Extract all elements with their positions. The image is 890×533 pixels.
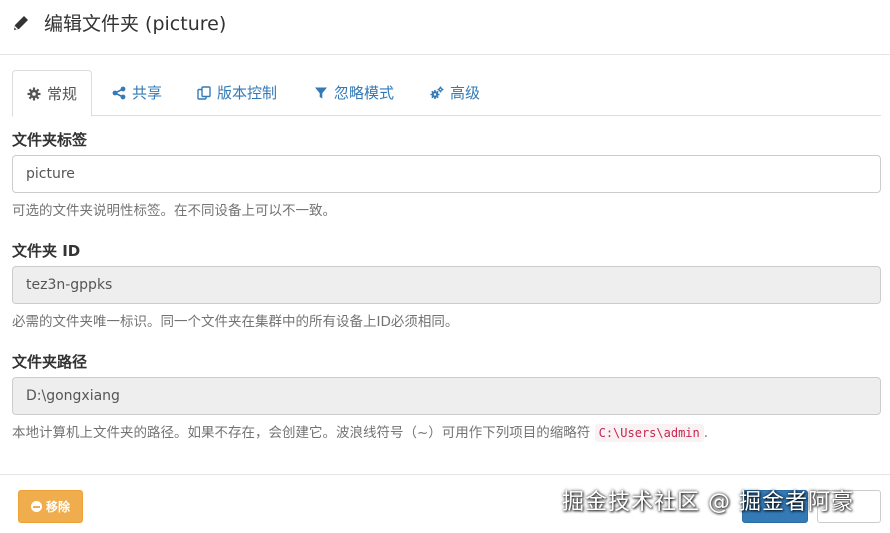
folder-label-input[interactable] xyxy=(12,155,881,193)
folder-id-field: tez3n-gppks xyxy=(12,266,881,304)
folder-path-help-end: . xyxy=(703,425,709,441)
share-icon xyxy=(112,86,126,100)
folder-path-title: 文件夹路径 xyxy=(12,353,88,371)
minus-circle-icon xyxy=(30,501,42,512)
tab-label: 共享 xyxy=(132,84,163,102)
pencil-icon xyxy=(14,16,28,30)
folder-id-help: 必需的文件夹唯一标识。同一个文件夹在集群中的所有设备上ID必须相同。 xyxy=(12,314,459,330)
tab-versioning[interactable]: 版本控制 xyxy=(197,70,277,116)
tab-label: 忽略模式 xyxy=(334,84,395,102)
tilde-path-code: C:\Users\admin xyxy=(594,424,704,442)
tab-label: 常规 xyxy=(47,84,78,103)
remove-button-label: 移除 xyxy=(45,500,70,514)
tab-advanced[interactable]: 高级 xyxy=(430,70,480,116)
folder-label-help: 可选的文件夹说明性标签。在不同设备上可以不一致。 xyxy=(12,203,336,219)
folder-path-help-text: 本地计算机上文件夹的路径。如果不存在，会创建它。波浪线符号（~）可用作下列项目的… xyxy=(12,425,591,441)
tab-ignore-patterns[interactable]: 忽略模式 xyxy=(314,70,394,116)
folder-id-title: 文件夹 ID xyxy=(12,242,81,260)
modal-title: 编辑文件夹 (picture) xyxy=(44,13,227,35)
folder-path-field: D:\gongxiang xyxy=(12,377,881,415)
tab-bar: 常规 共享 版本控制 忽略模式 高级 xyxy=(12,70,881,117)
copy-icon xyxy=(197,86,211,100)
gear-icon xyxy=(27,87,41,100)
filter-icon xyxy=(315,87,327,99)
cogs-icon xyxy=(430,86,444,99)
tab-label: 高级 xyxy=(450,84,481,102)
folder-label-title: 文件夹标签 xyxy=(12,131,88,149)
tab-general[interactable]: 常规 xyxy=(12,70,93,117)
modal-header: 编辑文件夹 (picture) xyxy=(0,0,890,55)
folder-path-help: 本地计算机上文件夹的路径。如果不存在，会创建它。波浪线符号（~）可用作下列项目的… xyxy=(12,423,708,443)
watermark: 掘金技术社区 @ 掘金者阿豪 xyxy=(562,490,854,515)
tab-sharing[interactable]: 共享 xyxy=(112,70,162,116)
remove-button[interactable]: 移除 xyxy=(18,490,83,523)
tab-label: 版本控制 xyxy=(217,84,278,102)
